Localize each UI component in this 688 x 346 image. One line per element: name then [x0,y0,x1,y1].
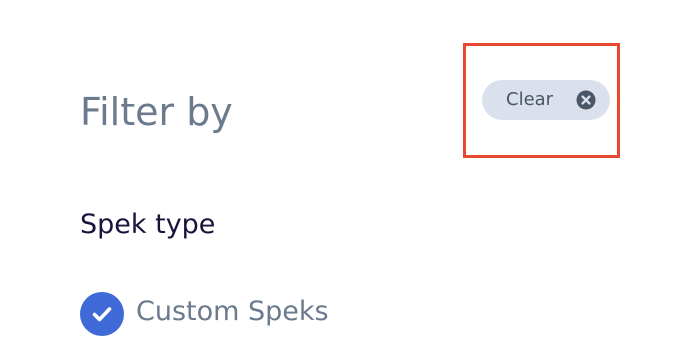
option-custom-speks[interactable]: Custom Speks [80,292,329,336]
check-icon [92,307,112,322]
filter-title: Filter by [80,90,233,134]
close-circle-icon [576,90,596,110]
option-label: Custom Speks [136,296,329,327]
section-heading-spek-type: Spek type [80,209,216,240]
clear-button[interactable]: Clear [482,80,610,120]
checkbox-checked[interactable] [80,292,124,336]
clear-button-label: Clear [506,89,554,110]
